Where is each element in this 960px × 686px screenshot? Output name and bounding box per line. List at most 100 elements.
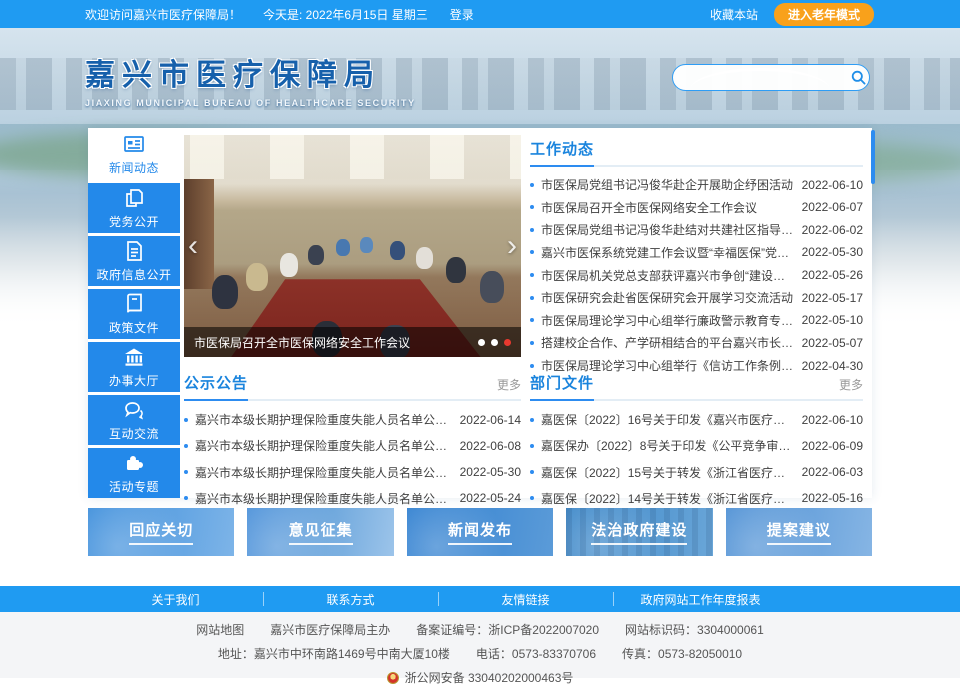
news-title[interactable]: 搭建校企合作、产学研相结合的平台嘉兴市长期护理... [541,334,795,351]
bullet-icon [530,183,534,187]
footer-nav-bar: 关于我们 联系方式 友情链接 政府网站工作年度报表 [0,586,960,612]
sidebar-item-gov-info[interactable]: 政府信息公开 [88,236,180,286]
favorite-link[interactable]: 收藏本站 [710,6,758,23]
person-silhouette [446,257,466,283]
section-title[interactable]: 公示公告 [184,372,248,401]
sidebar-item-policy-files[interactable]: 政策文件 [88,289,180,339]
news-title[interactable]: 嘉兴市本级长期护理保险重度失能人员名单公示（2... [195,490,453,507]
list-item[interactable]: 嘉医保〔2022〕14号关于转发《浙江省医疗保... 2022-05-16 [530,490,863,507]
scrollbar-thumb[interactable] [871,130,875,184]
news-date: 2022-06-03 [802,465,863,479]
banner-label: 提案建议 [767,519,831,545]
person-silhouette [246,263,268,291]
list-item[interactable]: 市医保局召开全市医保网络安全工作会议 2022-06-07 [530,199,863,216]
carousel-dot[interactable] [478,339,485,346]
more-link[interactable]: 更多 [497,376,521,399]
sidebar-item-party-affairs[interactable]: 党务公开 [88,183,180,233]
bullet-icon [530,418,534,422]
carousel-prev-icon[interactable]: ‹ [188,231,198,261]
welcome-text: 欢迎访问嘉兴市医疗保障局！ [85,6,241,23]
news-date: 2022-06-14 [460,413,521,427]
ceiling-lights [184,135,521,179]
news-title[interactable]: 嘉医保〔2022〕16号关于印发《嘉兴市医疗保... [541,411,795,428]
site-title: 嘉兴市医疗保障局 [85,50,416,94]
list-item[interactable]: 嘉兴市本级长期护理保险重度失能人员名单公示（2... 2022-06-08 [184,437,521,454]
footer-nav-annual-report[interactable]: 政府网站工作年度报表 [613,586,788,612]
banner-label: 意见征集 [289,519,353,545]
list-item[interactable]: 嘉兴市本级长期护理保险重度失能人员名单公示（2...2022-05-24 [184,490,521,507]
list-item[interactable]: 搭建校企合作、产学研相结合的平台嘉兴市长期护理... 2022-05-07 [530,334,863,351]
news-title[interactable]: 市医保局理论学习中心组举行廉政警示教育专题学习... [541,312,795,329]
sidebar-item-special-topics[interactable]: 活动专题 [88,448,180,498]
host-text: 嘉兴市医疗保障局主办 [270,621,390,638]
footer-nav-links[interactable]: 友情链接 [438,586,613,612]
banner-rule-of-law[interactable]: 法治政府建设 [566,508,712,556]
carousel-dot-active[interactable] [504,339,511,346]
bullet-icon [184,418,188,422]
section-work-news: 工作动态 市医保局党组书记冯俊华赴企开展助企纾困活动2022-06-10 市医保… [530,138,863,374]
banner-respond-concerns[interactable]: 回应关切 [88,508,234,556]
news-date: 2022-05-16 [802,491,863,505]
news-date: 2022-05-07 [802,336,863,350]
news-title[interactable]: 市医保局党组书记冯俊华赴企开展助企纾困活动 [541,176,795,193]
list-item[interactable]: 市医保局理论学习中心组举行廉政警示教育专题学习...2022-05-10 [530,312,863,329]
list-item[interactable]: 嘉医保〔2022〕15号关于转发《浙江省医疗保... 2022-06-03 [530,464,863,481]
news-title[interactable]: 市医保研究会赴省医保研究会开展学习交流活动 [541,289,795,306]
login-link[interactable]: 登录 [450,6,474,23]
news-date: 2022-06-07 [802,200,863,214]
sidebar-item-service-hall[interactable]: 办事大厅 [88,342,180,392]
news-title[interactable]: 嘉兴市本级长期护理保险重度失能人员名单公示（2... [195,437,453,454]
list-item[interactable]: 嘉兴市本级长期护理保险重度失能人员名单公示（2...2022-05-30 [184,464,521,481]
news-date: 2022-06-08 [460,439,521,453]
bank-icon [122,345,146,369]
top-bar: 欢迎访问嘉兴市医疗保障局！ 今天是: 2022年6月15日 星期三 登录 收藏本… [0,0,960,28]
footer-nav-about[interactable]: 关于我们 [88,586,263,612]
list-item[interactable]: 嘉医保〔2022〕16号关于印发《嘉兴市医疗保...2022-06-10 [530,411,863,428]
main-content: 新闻动态 党务公开 政府信息公开 政策文件 办事大厅 [88,128,872,498]
news-title[interactable]: 市医保局召开全市医保网络安全工作会议 [541,199,795,216]
more-link[interactable]: 更多 [839,376,863,399]
news-title[interactable]: 市医保局机关党总支部获评嘉兴市争创“建设清廉机... [541,267,795,284]
news-title[interactable]: 嘉兴市本级长期护理保险重度失能人员名单公示（2... [195,464,453,481]
news-title[interactable]: 嘉医保办〔2022〕8号关于印发《公平竞争审查... [541,437,795,454]
section-dept-files: 部门文件 更多 嘉医保〔2022〕16号关于印发《嘉兴市医疗保...2022-0… [530,372,863,507]
news-title[interactable]: 嘉兴市本级长期护理保险重度失能人员名单公示（2... [195,411,453,428]
carousel-next-icon[interactable]: › [507,231,517,261]
list-item[interactable]: 嘉兴市医保系统党建工作会议暨“幸福医保”党建联...2022-05-30 [530,244,863,261]
search-input[interactable] [673,71,848,85]
page-footer: 网站地图 嘉兴市医疗保障局主办 备案证编号：浙ICP备2022007020 网站… [0,612,960,678]
sidebar-item-interaction[interactable]: 互动交流 [88,395,180,445]
carousel-caption[interactable]: 市医保局召开全市医保网络安全工作会议 [194,334,470,351]
footer-nav-contact[interactable]: 联系方式 [263,586,438,612]
banner-opinion-collection[interactable]: 意见征集 [247,508,393,556]
banner-proposals[interactable]: 提案建议 [726,508,872,556]
bullet-icon [530,364,534,368]
person-silhouette [212,275,238,309]
list-item[interactable]: 市医保局机关党总支部获评嘉兴市争创“建设清廉机...2022-05-26 [530,267,863,284]
sidebar-item-label: 政策文件 [109,319,159,336]
banner-news-release[interactable]: 新闻发布 [407,508,553,556]
list-item[interactable]: 市医保研究会赴省医保研究会开展学习交流活动 2022-05-17 [530,289,863,306]
sidebar-item-news[interactable]: 新闻动态 [88,128,180,180]
search-icon[interactable] [848,70,869,85]
elder-mode-button[interactable]: 进入老年模式 [774,3,874,26]
news-carousel[interactable]: ‹ › 市医保局召开全市医保网络安全工作会议 [184,135,521,357]
puzzle-icon [122,451,146,475]
bullet-icon [184,496,188,500]
list-item[interactable]: 市医保局党组书记冯俊华赴企开展助企纾困活动2022-06-10 [530,176,863,193]
news-title[interactable]: 嘉兴市医保系统党建工作会议暨“幸福医保”党建联... [541,244,795,261]
bullet-icon [530,496,534,500]
list-item[interactable]: 嘉医保办〔2022〕8号关于印发《公平竞争审查...2022-06-09 [530,437,863,454]
section-title[interactable]: 部门文件 [530,372,594,401]
sitemap-link[interactable]: 网站地图 [196,621,244,638]
section-title[interactable]: 工作动态 [530,138,594,167]
news-title[interactable]: 嘉医保〔2022〕14号关于转发《浙江省医疗保... [541,490,795,507]
bullet-icon [530,250,534,254]
news-date: 2022-05-17 [802,291,863,305]
list-item[interactable]: 嘉兴市本级长期护理保险重度失能人员名单公示（2... 2022-06-14 [184,411,521,428]
carousel-dot[interactable] [491,339,498,346]
news-title[interactable]: 市医保局党组书记冯俊华赴结对共建社区指导全国文... [541,221,795,238]
news-title[interactable]: 嘉医保〔2022〕15号关于转发《浙江省医疗保... [541,464,795,481]
list-item[interactable]: 市医保局党组书记冯俊华赴结对共建社区指导全国文...2022-06-02 [530,221,863,238]
sidebar-item-label: 办事大厅 [109,372,159,389]
